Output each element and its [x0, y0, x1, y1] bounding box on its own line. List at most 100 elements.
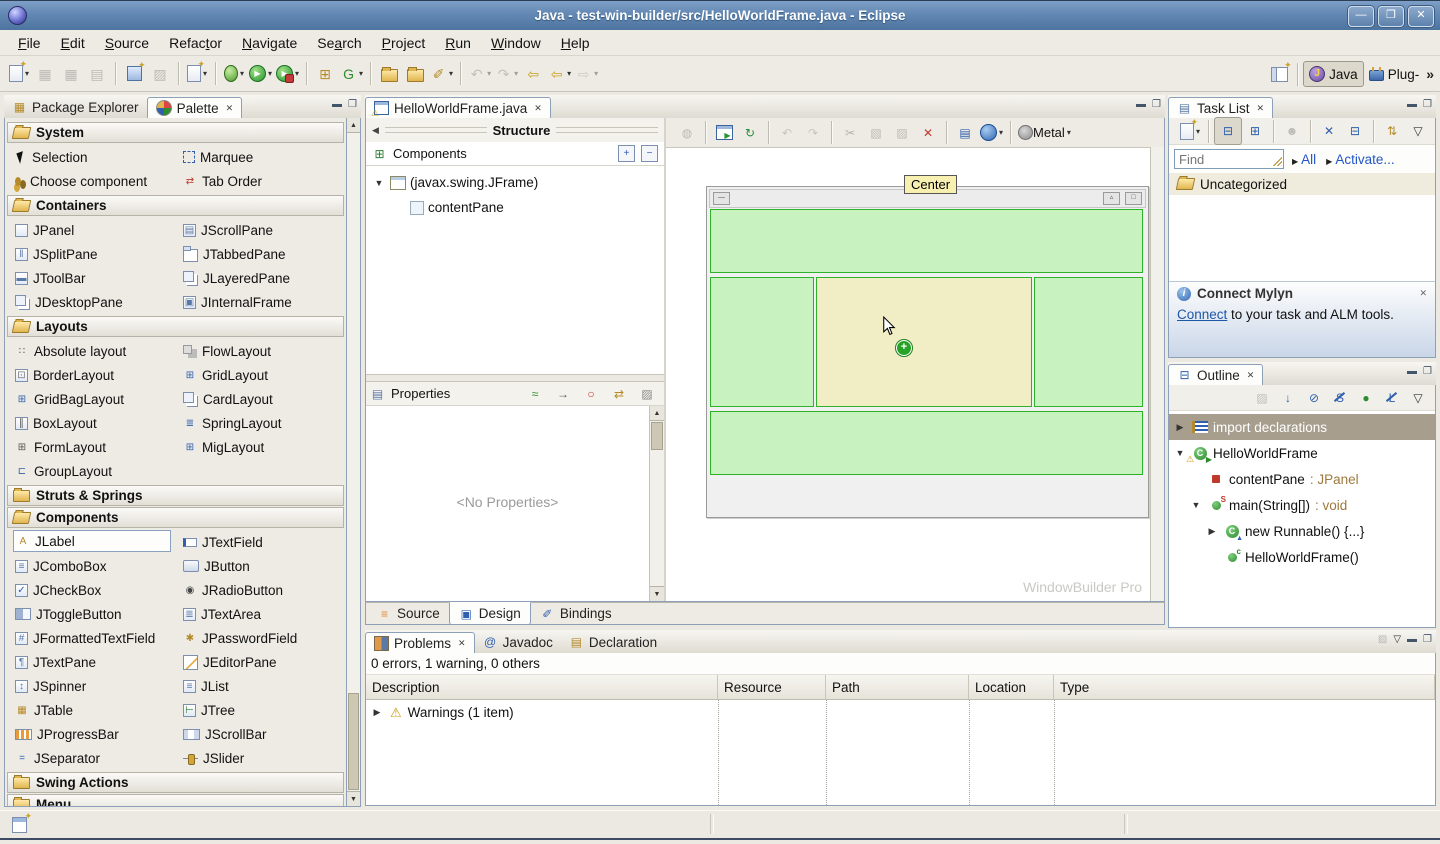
last-edit-button[interactable]: ↶ ▾ — [466, 61, 493, 87]
minimize-icon[interactable]: — — [1348, 6, 1374, 27]
show-advanced-button[interactable]: ○ — [578, 381, 604, 407]
palette-item-jcheckbox[interactable]: ✓ JCheckBox — [13, 578, 181, 602]
scrollbar-thumb[interactable] — [348, 693, 359, 790]
undo-button[interactable]: ↶ — [774, 120, 800, 146]
palette-item-miglayout[interactable]: ⊞ MigLayout — [181, 435, 346, 459]
palette-section-menu[interactable]: Menu — [7, 794, 344, 806]
palette-item-jlist[interactable]: ≡ JList — [181, 674, 346, 698]
sort-button[interactable]: ↓ — [1275, 385, 1301, 411]
palette-item-jtextarea[interactable]: ≣ JTextArea — [181, 602, 346, 626]
south-region[interactable] — [710, 411, 1143, 475]
focus-button[interactable]: ▨ — [1249, 385, 1275, 411]
run-button[interactable]: ▾ — [247, 61, 274, 87]
chevron-right-icon[interactable]: ▶ — [1205, 526, 1219, 537]
maximize-icon[interactable]: ❐ — [1152, 99, 1161, 110]
palette-item-jprogressbar[interactable]: JProgressBar — [13, 722, 181, 746]
scroll-down-icon[interactable]: ▼ — [347, 791, 360, 806]
scroll-up-icon[interactable]: ▲ — [347, 118, 360, 133]
next-annotation-button[interactable]: ↷ ▾ — [493, 61, 520, 87]
tab-design[interactable]: ▣ Design — [448, 602, 531, 625]
palette-item-jspinner[interactable]: ↕ JSpinner — [13, 674, 181, 698]
east-region[interactable] — [1034, 277, 1143, 407]
outline-item[interactable]: ▶ new Runnable() {...} — [1169, 518, 1435, 544]
collapse-left-icon[interactable]: ◀ — [372, 125, 379, 136]
tab-javadoc[interactable]: @ Javadoc — [475, 631, 561, 653]
scheduled-button[interactable]: ⊞ — [1242, 118, 1268, 144]
palette-item-gridbaglayout[interactable]: ⊞ GridBagLayout — [13, 387, 181, 411]
redo-button[interactable]: ↷ — [800, 120, 826, 146]
forward-button[interactable]: ⇨ ▾ — [573, 61, 600, 87]
new-wizard-button[interactable]: ▾ — [6, 60, 32, 87]
back-to-last-edit-button[interactable]: ⇦ — [520, 61, 546, 87]
chevron-right-icon[interactable]: ▶ — [370, 707, 384, 718]
menu-source[interactable]: Source — [95, 33, 159, 53]
palette-item-jtextfield[interactable]: JTextField — [181, 530, 346, 554]
column-header-location[interactable]: Location — [969, 675, 1054, 699]
menu-window[interactable]: Window — [481, 33, 551, 53]
palette-item-jtogglebutton[interactable]: JToggleButton — [13, 602, 181, 626]
column-header-description[interactable]: Description — [366, 675, 718, 699]
center-region[interactable] — [816, 277, 1032, 407]
problems-row[interactable]: ▶ ⚠ Warnings (1 item) — [366, 700, 1435, 725]
chevron-down-icon[interactable]: ▼ — [372, 178, 386, 188]
palette-scrollbar[interactable]: ▲ ▼ — [346, 118, 361, 807]
menu-navigate[interactable]: Navigate — [232, 33, 307, 53]
task-link-all[interactable]: ▶ All — [1292, 152, 1316, 167]
design-canvas[interactable]: — ▵ □ Center + WindowBuilder Pro — [666, 148, 1164, 601]
save-button[interactable]: ▦ — [32, 61, 58, 87]
palette-item-jlabel[interactable]: A JLabel — [13, 530, 171, 552]
palette-item-jtree[interactable]: ⊢ JTree — [181, 698, 346, 722]
tab-bindings[interactable]: ✐ Bindings — [531, 603, 621, 624]
palette-section-layouts[interactable]: Layouts — [7, 316, 344, 337]
palette-item-springlayout[interactable]: ≣ SpringLayout — [181, 411, 346, 435]
task-category-row[interactable]: Uncategorized — [1169, 173, 1435, 195]
palette-item-jradiobutton[interactable]: ◉ JRadioButton — [181, 578, 346, 602]
palette-item-flowlayout[interactable]: FlowLayout — [181, 339, 346, 363]
palette-item-absolute-layout[interactable]: ∷ Absolute layout — [13, 339, 181, 363]
locale-globe-button[interactable]: ▾ — [978, 120, 1005, 146]
palette-section-swing-actions[interactable]: Swing Actions — [7, 772, 344, 793]
palette-item-jtabbedpane[interactable]: JTabbedPane — [181, 242, 346, 266]
maximize-icon[interactable]: ❐ — [1423, 634, 1432, 645]
tab-helloworldframe-java[interactable]: HelloWorldFrame.java ✕ — [365, 97, 551, 119]
perspective-overflow-icon[interactable]: » — [1426, 66, 1434, 82]
gwt-compile-button[interactable]: G ▾ — [338, 61, 365, 87]
palette-item-jdesktoppane[interactable]: JDesktopPane — [13, 290, 181, 314]
collapse-all-icon[interactable]: − — [641, 145, 658, 162]
show-events-button[interactable]: ≈ — [522, 381, 548, 407]
view-menu-button[interactable]: ▽ — [1405, 385, 1431, 411]
run-last-button[interactable]: ▾ — [274, 61, 301, 87]
maximize-icon[interactable]: ❐ — [1423, 99, 1432, 110]
chevron-down-icon[interactable]: ▼ — [1189, 500, 1203, 510]
palette-item-jpanel[interactable]: JPanel — [13, 218, 181, 242]
maximize-icon[interactable]: ❐ — [1378, 6, 1404, 27]
focus-tasks-button[interactable]: ☻ — [1279, 118, 1305, 144]
chevron-right-icon[interactable]: ▶ — [1173, 422, 1187, 433]
palette-item-jtoolbar[interactable]: ▬ JToolBar — [13, 266, 181, 290]
palette-item-jtable[interactable]: ▦ JTable — [13, 698, 181, 722]
new-java-project-button[interactable] — [121, 61, 147, 87]
collapse-all-button[interactable]: ⊟ — [1342, 118, 1368, 144]
palette-item-jscrollpane[interactable]: ▤ JScrollPane — [181, 218, 346, 242]
scroll-down-icon[interactable]: ▼ — [650, 586, 664, 601]
close-icon[interactable]: ✕ — [1247, 370, 1255, 381]
palette-item-jslider[interactable]: JSlider — [181, 746, 346, 770]
externalize-strings-button[interactable]: ▤ — [952, 120, 978, 146]
palette-section-system[interactable]: System — [7, 122, 344, 143]
view-menu-icon[interactable]: ▽ — [1393, 634, 1401, 645]
refresh-button[interactable]: ↻ — [737, 120, 763, 146]
hide-fields-button[interactable]: ⊘ — [1301, 385, 1327, 411]
delete-button[interactable]: ✕ — [915, 120, 941, 146]
synchronize-button[interactable]: ⇅ — [1379, 118, 1405, 144]
outline-item[interactable]: contentPane : JPanel — [1169, 466, 1435, 492]
close-icon[interactable]: ✕ — [1408, 6, 1434, 27]
menu-help[interactable]: Help — [551, 33, 600, 53]
palette-section-struts-springs[interactable]: Struts & Springs — [7, 485, 344, 506]
test-preview-button[interactable] — [711, 120, 737, 146]
outline-item[interactable]: HelloWorldFrame() — [1169, 544, 1435, 570]
open-type-button[interactable] — [376, 61, 402, 87]
palette-item-jeditorpane[interactable]: JEditorPane — [181, 650, 346, 674]
maximize-icon[interactable]: ❐ — [1423, 366, 1432, 377]
palette-item-jlayeredpane[interactable]: JLayeredPane — [181, 266, 346, 290]
tab-task-list[interactable]: ▤ Task List ✕ — [1168, 97, 1274, 119]
